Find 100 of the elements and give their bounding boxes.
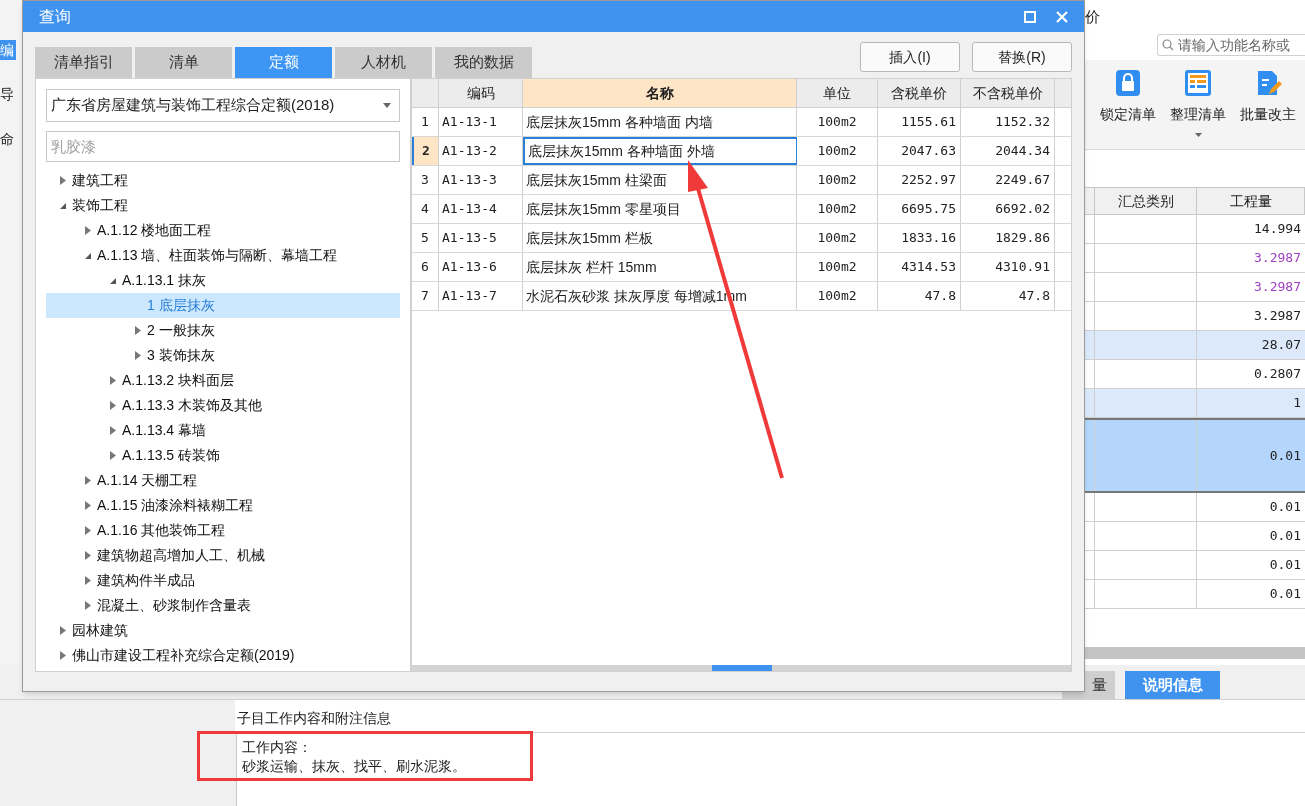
table-cell: 1829.86 (961, 224, 1055, 252)
tree-item[interactable]: 混凝土、砂浆制作含量表 (46, 593, 400, 618)
expand-arrow-icon[interactable] (60, 651, 66, 660)
dialog-tab[interactable]: 我的数据 (435, 47, 532, 78)
table-row[interactable]: 0.01 (1085, 522, 1305, 551)
tree-item[interactable]: A.1.13.5 砖装饰 (46, 443, 400, 468)
expand-arrow-icon[interactable] (85, 226, 91, 235)
expand-arrow-icon[interactable] (85, 576, 91, 585)
collapse-arrow-icon[interactable] (84, 251, 92, 260)
table-row[interactable]: 3.2987 (1085, 302, 1305, 331)
collapse-arrow-icon[interactable] (109, 276, 117, 285)
collapse-arrow-icon[interactable] (59, 201, 67, 210)
table-row[interactable]: 1 (1085, 389, 1305, 418)
window-title: 价 (1085, 7, 1101, 27)
table-cell: 1152.32 (961, 108, 1055, 136)
table-cell: 4310.91 (961, 253, 1055, 281)
table-row[interactable]: 28.07 (1085, 331, 1305, 360)
expand-arrow-icon[interactable] (85, 526, 91, 535)
table-cell-text: 3.2987 (1254, 249, 1301, 268)
tree-item[interactable]: A.1.13.3 木装饰及其他 (46, 393, 400, 418)
splitter-handle[interactable] (711, 665, 772, 671)
tree-item[interactable]: 建筑构件半成品 (46, 568, 400, 593)
table-cell: A1-13-1 (439, 108, 523, 136)
tree-item[interactable]: 园林建筑 (46, 618, 400, 643)
expand-arrow-icon[interactable] (110, 376, 116, 385)
expand-arrow-icon[interactable] (85, 551, 91, 560)
table-cell: 2252.97 (878, 166, 961, 194)
table-cell-text: 1 (1293, 394, 1301, 413)
function-search-field[interactable]: 请输入功能名称或 (1157, 34, 1305, 56)
search-field[interactable]: 乳胶漆 (46, 131, 400, 162)
lock-icon (1113, 68, 1143, 98)
tree-item[interactable]: 建筑工程 (46, 168, 400, 193)
tree-item[interactable]: A.1.12 楼地面工程 (46, 218, 400, 243)
tree-item[interactable]: A.1.15 油漆涂料裱糊工程 (46, 493, 400, 518)
table-cell: 6695.75 (878, 195, 961, 223)
dialog-tab[interactable]: 清单指引 (35, 47, 132, 78)
table-cell: A1-13-7 (439, 282, 523, 310)
expand-arrow-icon[interactable] (85, 501, 91, 510)
expand-arrow-icon[interactable] (110, 451, 116, 460)
expand-arrow-icon[interactable] (85, 601, 91, 610)
table-cell: 6692.02 (961, 195, 1055, 223)
table-cell-text: 0.01 (1269, 446, 1301, 465)
tree-item[interactable]: A.1.13.2 块料面层 (46, 368, 400, 393)
table-cell: 底层抹灰15mm 各种墙面 内墙 (523, 108, 797, 136)
maximize-icon[interactable] (1024, 10, 1036, 23)
expand-arrow-icon[interactable] (85, 476, 91, 485)
dialog-tab[interactable]: 人材机 (335, 47, 432, 78)
toolbar-button[interactable]: 整理清单 (1167, 68, 1229, 149)
toolbar-button[interactable]: 批量改主 (1237, 68, 1299, 149)
tree-item[interactable]: 3 装饰抹灰 (46, 343, 400, 368)
table-cell-text: 0.01 (1269, 527, 1301, 546)
expand-arrow-icon[interactable] (110, 401, 116, 410)
table-row[interactable]: 0.01 (1085, 580, 1305, 609)
table-row[interactable]: 0.01 (1085, 418, 1305, 493)
side-label[interactable]: 命 (0, 129, 16, 150)
dialog-button[interactable]: 插入(I) (860, 42, 960, 72)
toolbar-button[interactable]: 锁定清单 (1097, 68, 1159, 149)
horizontal-scrollbar[interactable] (1085, 647, 1305, 659)
table-cell: 底层抹灰15mm 各种墙面 外墙 (523, 137, 797, 165)
expand-arrow-icon[interactable] (135, 326, 141, 335)
tree-item[interactable]: 2 一般抹灰 (46, 318, 400, 343)
table-cell: 47.8 (961, 282, 1055, 310)
tree-item[interactable]: 佛山市建设工程补充综合定额(2019) (46, 643, 400, 668)
column-header[interactable]: 工程量 (1197, 188, 1305, 214)
column-header[interactable]: 不含税单价 (961, 79, 1055, 107)
column-header[interactable]: 名称 (523, 79, 797, 107)
tree-item[interactable]: A.1.13 墙、柱面装饰与隔断、幕墙工程 (46, 243, 400, 268)
table-cell: 底层抹灰15mm 栏板 (523, 224, 797, 252)
expand-arrow-icon[interactable] (60, 176, 66, 185)
tree-item[interactable]: A.1.14 天棚工程 (46, 468, 400, 493)
table-row[interactable]: 0.01 (1085, 493, 1305, 522)
table-cell: 1155.61 (878, 108, 961, 136)
table-row[interactable]: 14.994 (1085, 215, 1305, 244)
row-number: 6 (412, 253, 439, 281)
table-row[interactable]: 0.01 (1085, 551, 1305, 580)
library-dropdown[interactable]: 广东省房屋建筑与装饰工程综合定额(2018) (46, 89, 400, 122)
tree-item[interactable]: A.1.16 其他装饰工程 (46, 518, 400, 543)
table-cell: 底层抹灰15mm 零星项目 (523, 195, 797, 223)
dialog-tab[interactable]: 清单 (135, 47, 232, 78)
table-cell: 100m2 (797, 282, 878, 310)
column-header[interactable]: 含税单价 (878, 79, 961, 107)
tree-item[interactable]: 建筑物超高增加人工、机械 (46, 543, 400, 568)
tree-item[interactable]: A.1.13.1 抹灰 (46, 268, 400, 293)
table-cell: A1-13-2 (439, 137, 523, 165)
side-label[interactable]: 导 (0, 84, 16, 105)
tree-item[interactable]: A.1.13.4 幕墙 (46, 418, 400, 443)
expand-arrow-icon[interactable] (60, 626, 66, 635)
expand-arrow-icon[interactable] (135, 351, 141, 360)
column-header[interactable]: 单位 (797, 79, 878, 107)
dialog-button[interactable]: 替换(R) (972, 42, 1072, 72)
table-row[interactable]: 3.2987 (1085, 273, 1305, 302)
tree-item[interactable]: 装饰工程 (46, 193, 400, 218)
detail-text: 工作内容： (242, 738, 313, 757)
column-header[interactable]: 汇总类别 (1095, 188, 1197, 214)
table-cell: A1-13-4 (439, 195, 523, 223)
expand-arrow-icon[interactable] (110, 426, 116, 435)
table-row[interactable]: 3.2987 (1085, 244, 1305, 273)
close-icon[interactable] (1056, 10, 1068, 23)
table-row[interactable]: 0.2807 (1085, 360, 1305, 389)
table-cell: 100m2 (797, 195, 878, 223)
